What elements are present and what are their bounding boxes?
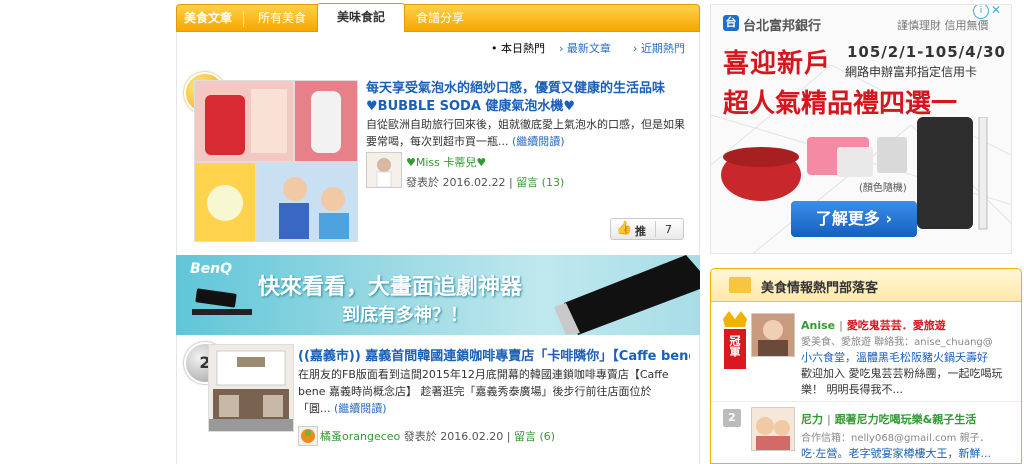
blogger-intro-cont: 樂！ 明明長得我不... <box>801 383 903 396</box>
blogger-tags: 合作信箱：nelly068@gmail.com 親子． <box>801 433 990 444</box>
post-meta: 發表於 2016.02.22 | 留言 (13) <box>406 176 565 189</box>
blogger-intro: 歡迎加入 愛吃鬼芸芸粉絲團，一起吃喝玩 <box>801 367 1003 380</box>
sort-recent-hot[interactable]: › 近期熱門 <box>633 40 685 56</box>
rank-label: 冠軍 <box>728 335 741 357</box>
ad-headline-2: 超人氣精品禮四選一 <box>723 89 958 119</box>
blogger-heading[interactable]: Anise | 愛吃鬼芸芸．愛旅遊 <box>801 317 946 333</box>
sort-today-label: 本日熱門 <box>501 42 545 55</box>
blogger-avatar[interactable] <box>751 407 795 451</box>
author-avatar[interactable] <box>366 152 402 188</box>
post-date: 發表於 2016.02.20 <box>403 430 504 443</box>
article-excerpt: 在朋友的FB版面看到這間2015年12月底開幕的韓國連鎖咖啡專賣店【Caffe … <box>298 366 672 417</box>
ad-color-note: (顏色隨機) <box>859 183 907 194</box>
blog-name: 跟著尼力吃喝玩樂&親子生活 <box>834 413 977 426</box>
blogger-tags: 愛美食、愛旅遊 聯絡我：anise_chuang@ <box>801 337 993 348</box>
blogger-name: Anise <box>801 319 836 332</box>
blogger-avatar[interactable] <box>751 313 795 357</box>
blogger-latest-post[interactable]: 小六食堂，溫體黑毛松阪豬火鍋夭壽好 <box>801 349 988 365</box>
ranking-icon <box>729 277 751 293</box>
author-avatar[interactable] <box>298 426 318 446</box>
fubon-bank-ad[interactable]: 台 台北富邦銀行 謹慎理財 信用無價 i ✕ 喜迎新戶 105/2/1-105/… <box>710 4 1012 254</box>
article-thumbnail[interactable] <box>208 344 294 432</box>
like-button[interactable]: 👍 推 7 <box>610 218 684 240</box>
close-ad-icon[interactable]: ✕ <box>991 5 1001 17</box>
sort-latest[interactable]: › 最新文章 <box>559 40 611 56</box>
tab-all-food[interactable]: 所有美食 <box>247 5 317 32</box>
banner-brand: BenQ <box>190 261 233 277</box>
panel-header: 美食情報熱門部落客 <box>711 269 1021 302</box>
thumbs-up-icon: 👍 <box>616 221 633 236</box>
read-more-link[interactable]: (繼續閱讀) <box>512 135 565 148</box>
article-excerpt: 自從歐洲自助旅行回來後，姐就徹底愛上氣泡水的口感，但是如果要常喝，每次到超市買一… <box>366 116 688 150</box>
bank-name: 台北富邦銀行 <box>743 19 822 34</box>
panel-title: 美食情報熱門部落客 <box>761 281 879 296</box>
article-title[interactable]: 每天享受氣泡水的絕妙口感，優質又健康的生活品味♥BUBBLE SODA 健康氣泡… <box>366 80 690 116</box>
sort-latest-label: 最新文章 <box>566 42 611 55</box>
category-tab-bar: 美食文章 所有美食 美味食記 食譜分享 <box>176 3 700 32</box>
hdmi-stick-image <box>554 255 700 335</box>
author-name[interactable]: 橘蚤orangeceo <box>320 430 400 443</box>
benq-banner-ad[interactable]: BenQ 快來看看，大畫面追劇神器 到底有多神？！ <box>176 255 700 335</box>
read-more-link[interactable]: (繼續閱讀) <box>334 402 387 415</box>
like-count: 7 <box>665 223 672 236</box>
section-label: 美食文章 <box>183 11 232 25</box>
ad-dates: 105/2/1-105/4/30 <box>847 43 1006 61</box>
banner-subline: 到底有多神？！ <box>342 305 468 326</box>
comment-count[interactable]: 留言 (13) <box>516 176 564 189</box>
bank-logo-icon: 台 <box>723 15 739 31</box>
blogger-name: 尼力 <box>801 413 823 426</box>
sort-recent-label: 近期熱門 <box>640 42 685 55</box>
comment-count[interactable]: 留言 (6) <box>514 430 555 443</box>
learn-more-button[interactable]: 了解更多 › <box>791 201 917 237</box>
blog-name: 愛吃鬼芸芸．愛旅遊 <box>846 319 946 332</box>
ad-note: 網路申辦富邦指定信用卡 <box>845 65 978 79</box>
article-collage-image <box>195 81 357 241</box>
ad-slogan: 謹慎理財 信用無價 <box>897 19 989 32</box>
sort-today-hot[interactable]: • 本日熱門 <box>491 40 545 56</box>
tab-food-reviews[interactable]: 美味食記 <box>317 3 405 32</box>
device-icon <box>192 288 252 315</box>
cafe-storefront-image <box>209 345 293 431</box>
rank-number-badge: 2 <box>723 409 741 427</box>
blogger-heading[interactable]: 尼力 | 跟著尼力吃喝玩樂&親子生活 <box>801 411 976 427</box>
blogger-latest-post[interactable]: 吃‧左營。老字號宴家樽樓大王，新鮮... <box>801 445 991 461</box>
tab-recipes[interactable]: 食譜分享 <box>405 5 475 32</box>
article-thumbnail[interactable] <box>194 80 358 242</box>
article-title[interactable]: ((嘉義市)) 嘉義首間韓國連鎖咖啡專賣店「卡啡隣你」【Caffe bene..… <box>298 348 690 366</box>
post-date: 發表於 2016.02.22 <box>406 176 506 189</box>
champion-crown-badge: 冠軍 <box>721 309 749 373</box>
like-label: 推 <box>635 225 646 238</box>
top-bloggers-panel: 美食情報熱門部落客 冠軍 Anise | 愛吃鬼芸芸．愛旅遊 愛美食、愛旅遊 聯… <box>710 268 1022 464</box>
ad-headline-1: 喜迎新戶 <box>723 49 832 79</box>
author-name[interactable]: ♥Miss 卡蒂兒♥ <box>406 154 486 170</box>
banner-headline: 快來看看，大畫面追劇神器 <box>258 275 523 300</box>
sort-nav: • 本日熱門 › 最新文章 › 近期熱門 <box>176 32 700 60</box>
post-meta: 橘蚤orangeceo 發表於 2016.02.20 | 留言 (6) <box>320 430 556 443</box>
